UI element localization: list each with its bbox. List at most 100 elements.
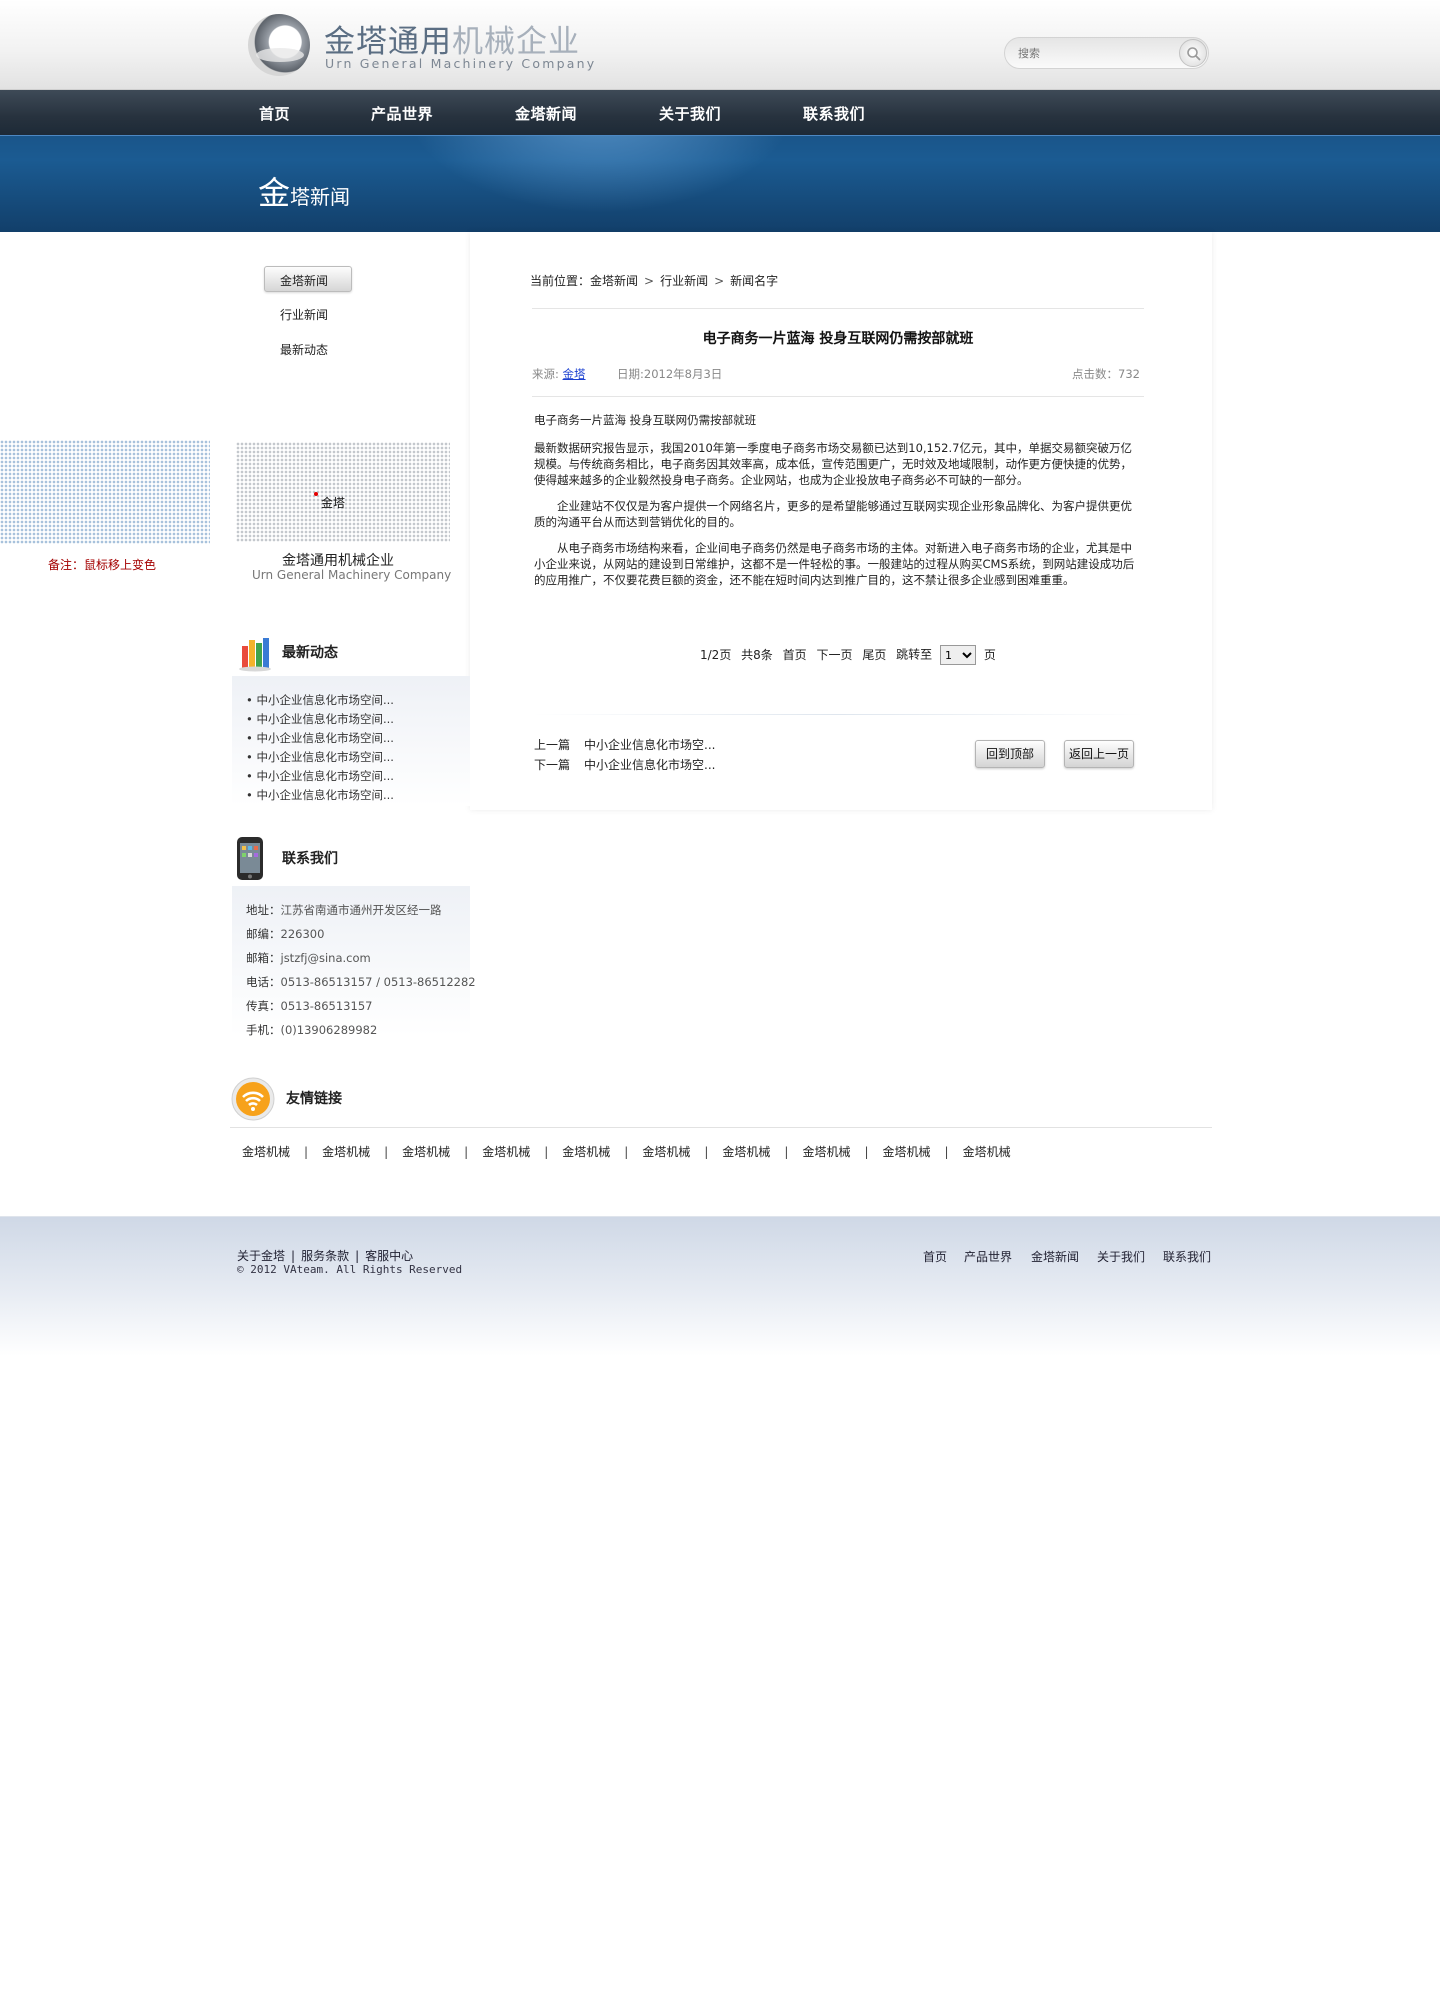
list-item[interactable]: • 中小企业信息化市场空间... [246, 730, 394, 746]
main-nav: 首页 产品世界 金塔新闻 关于我们 联系我们 [0, 90, 1440, 136]
friendly-link[interactable]: 金塔机械 [562, 1145, 610, 1159]
friendly-link[interactable]: 金塔机械 [883, 1145, 931, 1159]
next-article: 下一篇 中小企业信息化市场空... [534, 758, 716, 772]
page-unit: 页 [983, 647, 996, 662]
friendly-link[interactable]: 金塔机械 [482, 1145, 530, 1159]
nav-products[interactable]: 产品世界 [371, 103, 433, 124]
sidebar-item-latest[interactable]: 最新动态 [280, 341, 328, 358]
friendly-links: 金塔机械 | 金塔机械 | 金塔机械 | 金塔机械 | 金塔机械 | 金塔机械 | 金塔机械 | 金塔机械 |… [242, 1145, 1011, 1159]
contact-zip: 邮编：226300 [246, 927, 325, 941]
contact-title: 联系我们 [282, 851, 338, 867]
article-paragraph: 企业建站不仅仅是为客户提供一个网络名片，更多的是希望能够通过互联网实现企业形象品… [534, 499, 1132, 529]
article-paragraph: 电子商务一片蓝海 投身互联网仍需按部就班 [534, 413, 757, 427]
footer-nav-products[interactable]: 产品世界 [964, 1248, 1012, 1265]
divider [532, 714, 1144, 715]
copyright: © 2012 VAteam. All Rights Reserved [237, 1263, 463, 1276]
banner-title: 金塔新闻 [258, 174, 351, 212]
footer-link-about[interactable]: 关于金塔 [237, 1249, 285, 1263]
contact-fax: 传真：0513-86513157 [246, 999, 373, 1013]
top-header: 金塔通用机械企业 Urn General Machinery Company [0, 0, 1440, 90]
total-count: 共8条 [741, 647, 773, 662]
breadcrumb-item[interactable]: 行业新闻 [660, 274, 708, 288]
chevron-right-icon: > [644, 274, 655, 288]
footer-nav-news[interactable]: 金塔新闻 [1031, 1248, 1079, 1265]
footer-nav-about[interactable]: 关于我们 [1097, 1248, 1145, 1265]
sidebar-item-industry-news[interactable]: 行业新闻 [280, 306, 328, 323]
nav-news[interactable]: 金塔新闻 [515, 103, 577, 124]
friendly-link[interactable]: 金塔机械 [322, 1145, 370, 1159]
footer [0, 1216, 1440, 1356]
friendly-link[interactable]: 金塔机械 [242, 1145, 290, 1159]
contact-phone: 电话：0513-86513157 / 0513-86512282 [246, 975, 476, 989]
friendly-link[interactable]: 金塔机械 [963, 1145, 1011, 1159]
article-paragraph: 从电子商务市场结构来看，企业间电子商务仍然是电子商务市场的主体。对新进入电子商务… [534, 541, 1135, 587]
friendly-link[interactable]: 金塔机械 [402, 1145, 450, 1159]
footer-links: 关于金塔 | 服务条款 | 客服中心 [237, 1249, 414, 1263]
world-map [236, 442, 450, 542]
list-item[interactable]: • 中小企业信息化市场空间... [246, 711, 394, 727]
pagination: 1/2页 共8条 首页 下一页 尾页 跳转至 1 页 [700, 645, 1002, 665]
last-page-link[interactable]: 尾页 [862, 648, 886, 662]
links-title: 友情链接 [286, 1091, 342, 1107]
article-date: 日期:2012年8月3日 [617, 367, 723, 381]
list-item[interactable]: • 中小企业信息化市场空间... [246, 768, 394, 784]
go-back-button[interactable]: 返回上一页 [1064, 740, 1134, 768]
friendly-link[interactable]: 金塔机械 [642, 1145, 690, 1159]
logo-mark-icon [248, 14, 310, 76]
jump-label: 跳转至 [896, 647, 933, 662]
contact-email: 邮箱：jstzfj@sina.com [246, 951, 371, 965]
breadcrumb-item: 新闻名字 [730, 274, 779, 288]
next-article-link[interactable]: 中小企业信息化市场空... [584, 758, 715, 772]
location-marker-icon [314, 492, 318, 496]
footer-link-service[interactable]: 客服中心 [365, 1249, 413, 1263]
chevron-right-icon: > [714, 274, 725, 288]
nav-contact[interactable]: 联系我们 [803, 103, 865, 124]
search-input[interactable] [1018, 44, 1168, 62]
sidebar-item-jinta-news[interactable]: 金塔新闻 [280, 272, 328, 289]
article-title: 电子商务一片蓝海 投身互联网仍需按部就班 [702, 331, 974, 347]
breadcrumb: 当前位置：金塔新闻 > 行业新闻 > 新闻名字 [530, 274, 779, 288]
friendly-link[interactable]: 金塔机械 [722, 1145, 770, 1159]
article-source: 来源: 金塔 [532, 367, 586, 381]
hover-note: 备注：鼠标移上变色 [48, 558, 157, 572]
footer-nav-contact[interactable]: 联系我们 [1163, 1248, 1211, 1265]
sidebar-company-en: Urn General Machinery Company [252, 568, 452, 582]
breadcrumb-item[interactable]: 金塔新闻 [590, 274, 638, 288]
divider [532, 308, 1144, 309]
article-hits: 点击数：732 [1072, 367, 1140, 381]
next-page-link[interactable]: 下一页 [816, 648, 852, 662]
logo-subtitle: Urn General Machinery Company [325, 56, 597, 71]
latest-news-title: 最新动态 [282, 645, 338, 661]
page-info: 1/2页 [700, 647, 732, 662]
sidebar-company-name: 金塔通用机械企业 [282, 553, 394, 569]
source-link[interactable]: 金塔 [563, 367, 586, 381]
back-to-top-button[interactable]: 回到顶部 [975, 740, 1045, 768]
list-item[interactable]: • 中小企业信息化市场空间... [246, 692, 394, 708]
search-button[interactable] [1179, 39, 1207, 67]
prev-article: 上一篇 中小企业信息化市场空... [534, 738, 716, 752]
nav-home[interactable]: 首页 [259, 103, 290, 124]
logo-title: 金塔通用机械企业 [324, 24, 580, 60]
contact-info: 地址：江苏省南通市通州开发区经一路 邮编：226300 邮箱：jstzfj@si… [232, 886, 476, 1037]
footer-nav-home[interactable]: 首页 [923, 1248, 947, 1265]
contact-address: 地址：江苏省南通市通州开发区经一路 [246, 903, 442, 917]
company-logo[interactable]: 金塔通用机械企业 Urn General Machinery Company [248, 14, 594, 76]
links-header: 友情链接 [230, 1072, 1212, 1128]
rss-icon [231, 1077, 275, 1121]
page-select[interactable]: 1 [940, 645, 976, 665]
article-paragraph: 最新数据研究报告显示，我国2010年第一季度电子商务市场交易额已达到10,152… [534, 441, 1132, 487]
contact-header: 联系我们 [232, 836, 472, 880]
search-icon [1187, 47, 1201, 61]
list-item[interactable]: • 中小企业信息化市场空间... [246, 787, 394, 803]
latest-news-list: • 中小企业信息化市场空间... • 中小企业信息化市场空间... • 中小企业… [232, 676, 470, 806]
map-location-label: 金塔 [321, 496, 346, 510]
nav-about[interactable]: 关于我们 [659, 103, 721, 124]
search-box [1004, 37, 1209, 69]
friendly-link[interactable]: 金塔机械 [802, 1145, 850, 1159]
chart-books-icon [239, 638, 271, 672]
latest-news-header: 最新动态 [232, 630, 472, 674]
prev-article-link[interactable]: 中小企业信息化市场空... [584, 738, 715, 752]
footer-link-terms[interactable]: 服务条款 [301, 1249, 349, 1263]
list-item[interactable]: • 中小企业信息化市场空间... [246, 749, 394, 765]
first-page-link[interactable]: 首页 [783, 648, 807, 662]
